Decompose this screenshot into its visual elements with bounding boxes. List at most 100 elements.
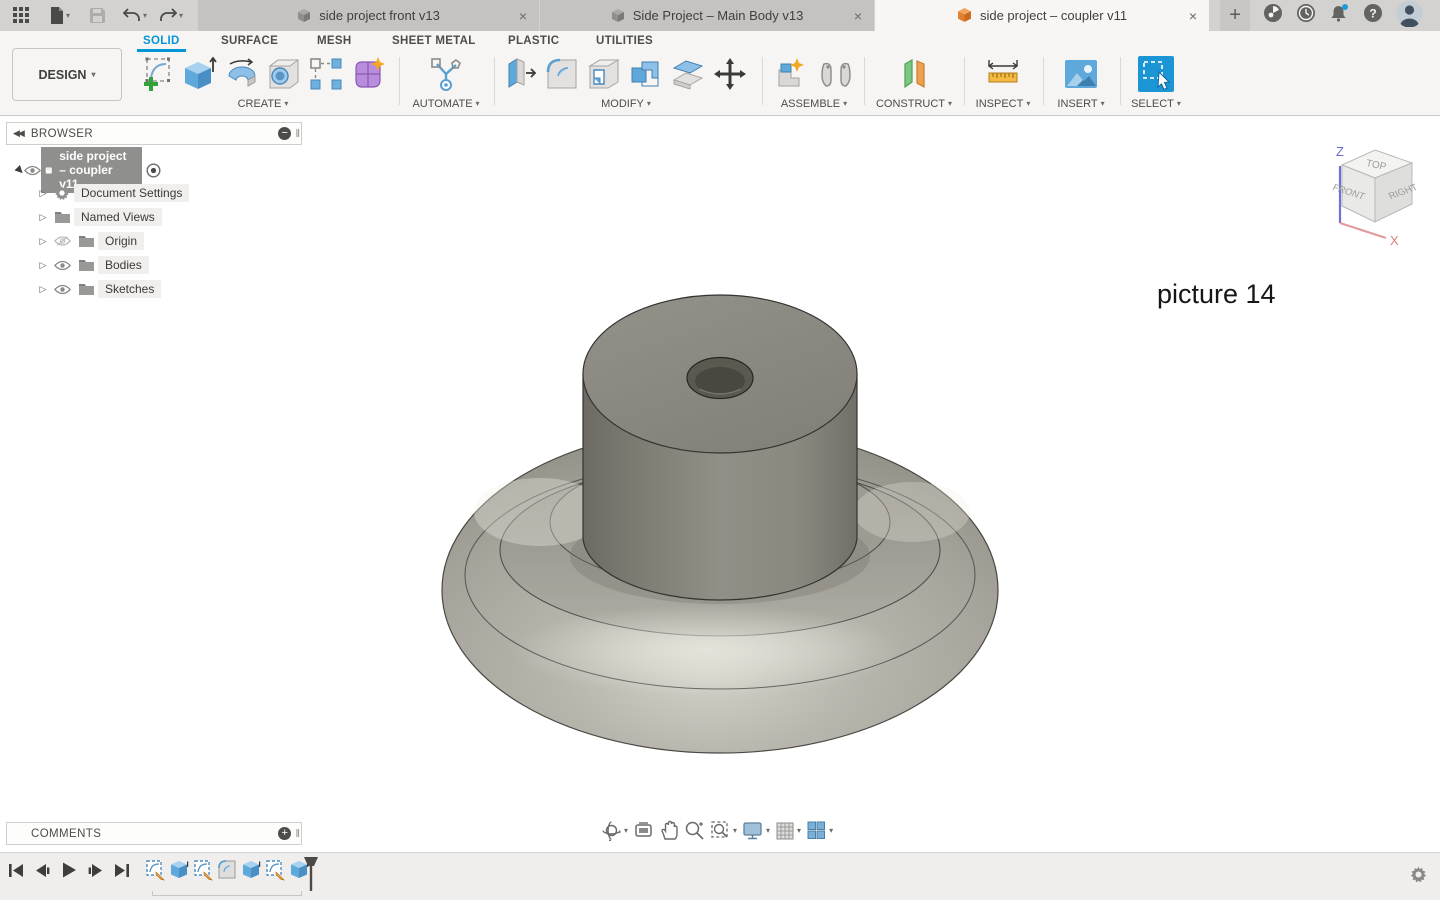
model-coupler[interactable] bbox=[430, 275, 1010, 765]
expand-triangle-icon[interactable]: ▶ bbox=[13, 163, 26, 176]
document-tab-active[interactable]: side project – coupler v11 × bbox=[875, 0, 1210, 31]
close-tab-icon[interactable]: × bbox=[519, 8, 527, 24]
hole-icon[interactable] bbox=[266, 56, 302, 92]
tree-root-row[interactable]: ▶ side project – coupler v11 bbox=[13, 147, 161, 193]
collapse-panel-icon[interactable]: ◀◀ bbox=[13, 128, 25, 139]
file-menu-button[interactable] bbox=[45, 0, 75, 31]
view-cube[interactable]: Z X TOP FRONT RIGHT bbox=[1320, 138, 1430, 248]
panel-display-toggle-icon[interactable]: − bbox=[278, 127, 292, 140]
expand-triangle-icon[interactable]: ▷ bbox=[36, 212, 50, 223]
rectangular-pattern-icon[interactable] bbox=[308, 56, 344, 92]
select-icon[interactable] bbox=[1137, 55, 1175, 93]
insert-image-icon[interactable] bbox=[1063, 58, 1099, 90]
grid-display-button[interactable] bbox=[775, 821, 801, 841]
tab-mesh[interactable]: MESH bbox=[317, 35, 351, 47]
display-settings-button[interactable] bbox=[742, 820, 770, 841]
viewports-button[interactable] bbox=[806, 820, 833, 841]
tree-row-named-views[interactable]: ▷ Named Views bbox=[36, 206, 162, 228]
app-grid-icon[interactable] bbox=[8, 0, 35, 31]
split-body-icon[interactable] bbox=[670, 56, 706, 92]
fit-button[interactable] bbox=[710, 820, 737, 841]
group-modify-dropdown[interactable]: MODIFY bbox=[498, 98, 754, 110]
browser-panel-header[interactable]: ◀◀ BROWSER − ‖ bbox=[6, 122, 302, 145]
step-back-button[interactable] bbox=[34, 862, 51, 879]
timeline-feature-fillet-icon[interactable] bbox=[217, 859, 237, 881]
group-select-dropdown[interactable]: SELECT bbox=[1124, 98, 1188, 110]
group-insert-dropdown[interactable]: INSERT bbox=[1046, 98, 1116, 110]
revolve-icon[interactable] bbox=[224, 56, 260, 92]
tree-item-label[interactable]: Origin bbox=[98, 232, 145, 250]
orbit-button[interactable] bbox=[601, 820, 628, 841]
expand-triangle-icon[interactable]: ▷ bbox=[36, 236, 50, 247]
timeline-position-marker[interactable] bbox=[303, 856, 319, 892]
tree-item-label[interactable]: Document Settings bbox=[74, 184, 190, 202]
add-comment-icon[interactable]: + bbox=[278, 827, 292, 840]
tab-solid[interactable]: SOLID bbox=[137, 35, 186, 52]
tree-row-origin[interactable]: ▷ Origin bbox=[36, 230, 145, 252]
tree-item-label[interactable]: Named Views bbox=[74, 208, 162, 226]
tab-sheet-metal[interactable]: SHEET METAL bbox=[392, 35, 476, 47]
tab-utilities[interactable]: UTILITIES bbox=[596, 35, 653, 47]
document-tab[interactable]: side project front v13 × bbox=[198, 0, 540, 31]
joint-icon[interactable] bbox=[819, 56, 853, 92]
group-create-dropdown[interactable]: CREATE bbox=[132, 98, 394, 110]
timeline-feature-sketch-icon[interactable] bbox=[265, 859, 285, 881]
timeline-feature-sketch-icon[interactable] bbox=[145, 859, 165, 881]
expand-triangle-icon[interactable]: ▷ bbox=[36, 260, 50, 271]
group-construct-dropdown[interactable]: CONSTRUCT bbox=[866, 98, 962, 110]
go-to-end-button[interactable] bbox=[113, 862, 130, 879]
tab-plastic[interactable]: PLASTIC bbox=[508, 35, 559, 47]
activate-radio-icon[interactable] bbox=[146, 162, 161, 178]
new-tab-button[interactable]: + bbox=[1220, 0, 1251, 31]
job-status-icon[interactable] bbox=[1296, 3, 1316, 28]
timeline-feature-extrude-icon[interactable] bbox=[169, 859, 189, 881]
viewport-canvas[interactable]: picture 14 Z X TOP FRONT RIGHT ◀◀ BROWSE… bbox=[0, 116, 1440, 852]
save-button[interactable] bbox=[85, 0, 110, 31]
comments-panel-header[interactable]: COMMENTS + ‖ bbox=[6, 822, 302, 845]
viewports-caret-icon[interactable] bbox=[829, 827, 833, 835]
fillet-icon[interactable] bbox=[544, 56, 580, 92]
panel-grip-icon[interactable]: ‖ bbox=[295, 128, 299, 140]
shell-icon[interactable] bbox=[586, 56, 622, 92]
combine-icon[interactable] bbox=[628, 56, 664, 92]
close-tab-icon[interactable]: × bbox=[854, 8, 862, 24]
redo-button[interactable] bbox=[154, 0, 188, 31]
fit-caret-icon[interactable] bbox=[733, 827, 737, 835]
visibility-eye-icon[interactable] bbox=[50, 260, 74, 271]
construction-plane-icon[interactable] bbox=[897, 56, 931, 92]
timeline-feature-extrude-icon[interactable] bbox=[241, 859, 261, 881]
create-sketch-icon[interactable] bbox=[140, 56, 176, 92]
step-forward-button[interactable] bbox=[87, 862, 104, 879]
go-to-start-button[interactable] bbox=[8, 862, 25, 879]
tree-row-bodies[interactable]: ▷ Bodies bbox=[36, 254, 149, 276]
extensions-icon[interactable] bbox=[1263, 3, 1283, 28]
look-at-button[interactable] bbox=[633, 820, 654, 841]
visibility-eye-icon[interactable] bbox=[50, 284, 74, 295]
tree-row-document-settings[interactable]: ▷ Document Settings bbox=[36, 182, 190, 204]
zoom-button[interactable] bbox=[684, 820, 705, 841]
display-caret-icon[interactable] bbox=[766, 827, 770, 835]
play-button[interactable] bbox=[60, 861, 78, 879]
panel-grip-icon[interactable]: ‖ bbox=[295, 828, 299, 840]
undo-button[interactable] bbox=[118, 0, 152, 31]
redo-caret-icon[interactable] bbox=[179, 12, 183, 20]
workspace-selector[interactable]: DESIGN bbox=[12, 48, 122, 101]
pan-button[interactable] bbox=[659, 820, 679, 841]
group-inspect-dropdown[interactable]: INSPECT bbox=[966, 98, 1040, 110]
press-pull-icon[interactable] bbox=[504, 56, 538, 92]
expand-triangle-icon[interactable]: ▷ bbox=[36, 188, 50, 199]
create-form-icon[interactable] bbox=[350, 56, 386, 92]
undo-caret-icon[interactable] bbox=[143, 12, 147, 20]
timeline-feature-sketch-icon[interactable] bbox=[193, 859, 213, 881]
tree-item-label[interactable]: Sketches bbox=[98, 280, 162, 298]
profile-avatar[interactable] bbox=[1396, 0, 1423, 32]
visibility-eye-hidden-icon[interactable] bbox=[50, 235, 74, 247]
orbit-caret-icon[interactable] bbox=[624, 827, 628, 835]
visibility-eye-icon[interactable] bbox=[23, 165, 41, 176]
grid-caret-icon[interactable] bbox=[797, 827, 801, 835]
new-component-icon[interactable] bbox=[775, 56, 813, 92]
configure-icon[interactable] bbox=[429, 56, 463, 92]
move-copy-icon[interactable] bbox=[712, 56, 748, 92]
extrude-icon[interactable] bbox=[182, 56, 218, 92]
document-tab[interactable]: Side Project – Main Body v13 × bbox=[540, 0, 875, 31]
